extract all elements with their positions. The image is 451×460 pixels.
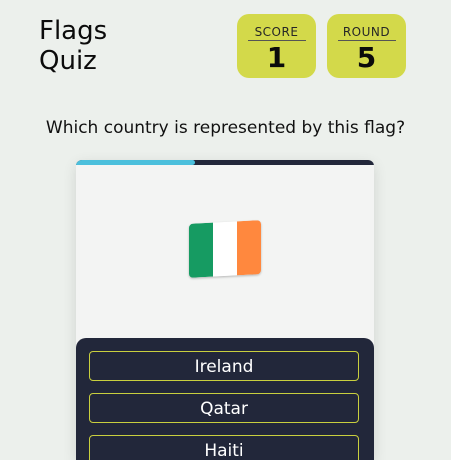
title-line-2: Quiz <box>39 46 97 76</box>
answer-button-haiti[interactable]: Haiti <box>89 435 359 460</box>
round-value: 5 <box>356 41 377 74</box>
flag-band-middle <box>213 221 237 277</box>
flag-band-left <box>189 222 213 278</box>
flag-image <box>189 220 261 278</box>
page-title: Flags Quiz <box>39 16 107 76</box>
score-label: SCORE <box>247 25 306 41</box>
score-badge: SCORE 1 <box>237 14 316 78</box>
answer-button-ireland[interactable]: Ireland <box>89 351 359 381</box>
title-line-1: Flags <box>39 16 108 46</box>
answers-panel: Ireland Qatar Haiti <box>76 338 374 460</box>
progress-fill <box>76 160 196 165</box>
question-text: Which country is represented by this fla… <box>45 118 406 138</box>
progress-bar <box>76 160 374 165</box>
round-badge: ROUND 5 <box>327 14 406 78</box>
round-label: ROUND <box>337 25 396 41</box>
quiz-card: Ireland Qatar Haiti <box>76 160 374 460</box>
flag-band-right <box>237 220 261 276</box>
answer-button-qatar[interactable]: Qatar <box>89 393 359 423</box>
score-value: 1 <box>266 41 287 74</box>
